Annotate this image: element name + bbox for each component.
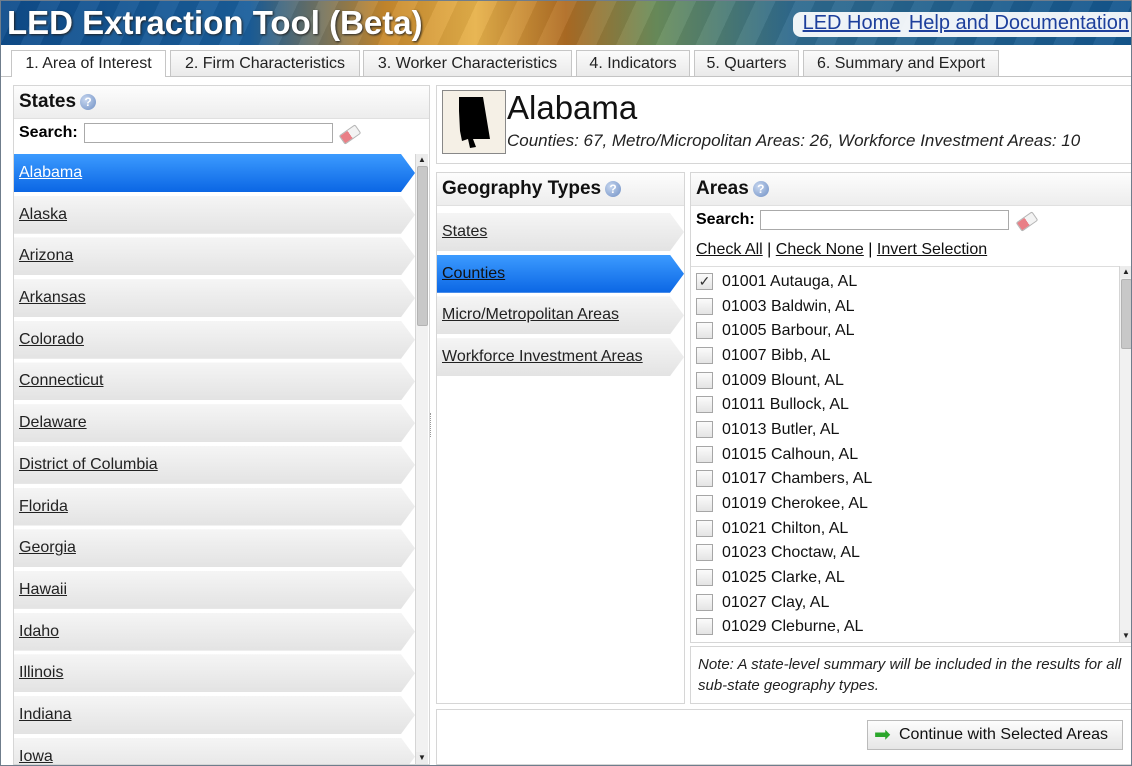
state-item-iowa[interactable]: Iowa <box>14 738 415 764</box>
help-documentation-link[interactable]: Help and Documentation <box>909 12 1129 34</box>
check-all-link[interactable]: Check All <box>696 241 763 258</box>
checkbox[interactable] <box>696 470 713 487</box>
checkbox[interactable] <box>696 347 713 364</box>
state-item-alaska[interactable]: Alaska <box>14 196 415 234</box>
panel-splitter-handle[interactable] <box>430 413 433 437</box>
states-title: States <box>19 91 77 112</box>
areas-list: ✓ 01001 Autauga, AL 01003 Baldwin, AL 010… <box>691 266 1119 642</box>
eraser-icon[interactable] <box>338 124 362 145</box>
state-item-illinois[interactable]: Illinois <box>14 654 415 692</box>
geography-types-header: Geography Types? <box>437 173 684 206</box>
areas-search-label: Search: <box>696 211 755 228</box>
separator: | <box>767 241 772 258</box>
help-icon[interactable]: ? <box>80 93 97 110</box>
checkbox[interactable] <box>696 298 713 315</box>
areas-header: Areas? <box>691 173 1131 206</box>
checkbox[interactable]: ✓ <box>696 273 713 290</box>
note-panel: Note: A state-level summary will be incl… <box>690 646 1131 704</box>
areas-panel: Areas? Search: Check All | Check None | … <box>690 172 1131 643</box>
scroll-up-arrow[interactable]: ▲ <box>1120 266 1131 278</box>
states-scrollbar[interactable]: ▲ ▼ <box>415 154 428 764</box>
areas-search-row: Search: <box>691 206 1131 234</box>
geography-types-list: States Counties Micro/Metropolitan Areas… <box>437 213 684 380</box>
state-map-thumbnail <box>442 90 506 154</box>
state-item-idaho[interactable]: Idaho <box>14 613 415 651</box>
scrollbar-thumb[interactable] <box>1121 279 1131 349</box>
checkbox[interactable] <box>696 396 713 413</box>
tab-quarters[interactable]: 5. Quarters <box>694 50 799 76</box>
scroll-down-arrow[interactable]: ▼ <box>1120 630 1131 642</box>
areas-search-input[interactable] <box>760 210 1009 230</box>
separator: | <box>868 241 873 258</box>
state-item-colorado[interactable]: Colorado <box>14 321 415 359</box>
state-summary-text: Counties: 67, Metro/Micropolitan Areas: … <box>507 131 1081 150</box>
state-item-arizona[interactable]: Arizona <box>14 237 415 275</box>
geography-types-panel: Geography Types? States Counties Micro/M… <box>436 172 685 704</box>
led-home-link[interactable]: LED Home <box>803 12 901 34</box>
checkbox[interactable] <box>696 618 713 635</box>
geography-types-title: Geography Types <box>442 178 602 199</box>
alabama-shape-icon <box>459 97 490 148</box>
geo-type-workforce-investment[interactable]: Workforce Investment Areas <box>437 338 684 376</box>
arrow-right-icon: ➡ <box>874 724 891 746</box>
tab-worker-characteristics[interactable]: 3. Worker Characteristics <box>363 50 572 76</box>
tab-summary-export[interactable]: 6. Summary and Export <box>803 50 999 76</box>
areas-scrollbar[interactable]: ▲ ▼ <box>1119 266 1131 642</box>
state-item-alabama[interactable]: Alabama <box>14 154 415 192</box>
invert-selection-link[interactable]: Invert Selection <box>877 241 987 258</box>
state-item-indiana[interactable]: Indiana <box>14 696 415 734</box>
geo-type-counties[interactable]: Counties <box>437 255 684 293</box>
areas-title: Areas <box>696 178 749 199</box>
check-none-link[interactable]: Check None <box>776 241 864 258</box>
states-list: Alabama Alaska Arizona Arkansas Colorado… <box>14 154 415 764</box>
tab-area-of-interest[interactable]: 1. Area of Interest <box>11 50 166 77</box>
state-item-connecticut[interactable]: Connecticut <box>14 362 415 400</box>
eraser-icon[interactable] <box>1015 211 1039 232</box>
help-icon[interactable]: ? <box>605 180 622 197</box>
checkbox[interactable] <box>696 446 713 463</box>
states-search-row: Search: <box>14 119 429 147</box>
header-links: LED Home Help and Documentation <box>792 12 1131 37</box>
scroll-up-arrow[interactable]: ▲ <box>416 154 428 166</box>
checkbox[interactable] <box>696 594 713 611</box>
app-window: LED Extraction Tool (Beta) LED Home Help… <box>0 0 1132 766</box>
states-search-label: Search: <box>19 124 78 141</box>
states-search-input[interactable] <box>84 123 333 143</box>
states-panel-header: States? <box>14 86 429 119</box>
continue-button-label: Continue with Selected Areas <box>899 726 1109 743</box>
state-name-heading: Alabama <box>507 89 638 126</box>
checkbox[interactable] <box>696 544 713 561</box>
state-item-arkansas[interactable]: Arkansas <box>14 279 415 317</box>
footer-panel: ➡ Continue with Selected Areas <box>436 709 1131 765</box>
state-item-delaware[interactable]: Delaware <box>14 404 415 442</box>
area-actions: Check All | Check None | Invert Selectio… <box>696 241 987 259</box>
app-header: LED Extraction Tool (Beta) LED Home Help… <box>1 1 1131 45</box>
geo-type-states[interactable]: States <box>437 213 684 251</box>
state-item-district-of-columbia[interactable]: District of Columbia <box>14 446 415 484</box>
checkbox[interactable] <box>696 421 713 438</box>
tab-firm-characteristics[interactable]: 2. Firm Characteristics <box>170 50 360 76</box>
state-info-panel: Alabama Counties: 67, Metro/Micropolitan… <box>436 85 1131 164</box>
geo-type-micro-metropolitan[interactable]: Micro/Metropolitan Areas <box>437 296 684 334</box>
app-title: LED Extraction Tool (Beta) <box>7 4 423 41</box>
checkbox[interactable] <box>696 372 713 389</box>
state-item-hawaii[interactable]: Hawaii <box>14 571 415 609</box>
checkbox[interactable] <box>696 569 713 586</box>
help-icon[interactable]: ? <box>752 180 769 197</box>
states-panel: States? Search: Alabama Alaska Arizona A… <box>13 85 430 765</box>
checkbox[interactable] <box>696 495 713 512</box>
checkbox[interactable] <box>696 322 713 339</box>
state-item-florida[interactable]: Florida <box>14 488 415 526</box>
tab-indicators[interactable]: 4. Indicators <box>576 50 690 76</box>
scrollbar-thumb[interactable] <box>417 166 428 326</box>
scroll-down-arrow[interactable]: ▼ <box>416 752 428 764</box>
continue-button[interactable]: ➡ Continue with Selected Areas <box>867 720 1123 750</box>
state-summary-note: Note: A state-level summary will be incl… <box>698 656 1122 694</box>
tab-bar: 1. Area of Interest 2. Firm Characterist… <box>1 45 1131 77</box>
state-item-georgia[interactable]: Georgia <box>14 529 415 567</box>
checkbox[interactable] <box>696 520 713 537</box>
